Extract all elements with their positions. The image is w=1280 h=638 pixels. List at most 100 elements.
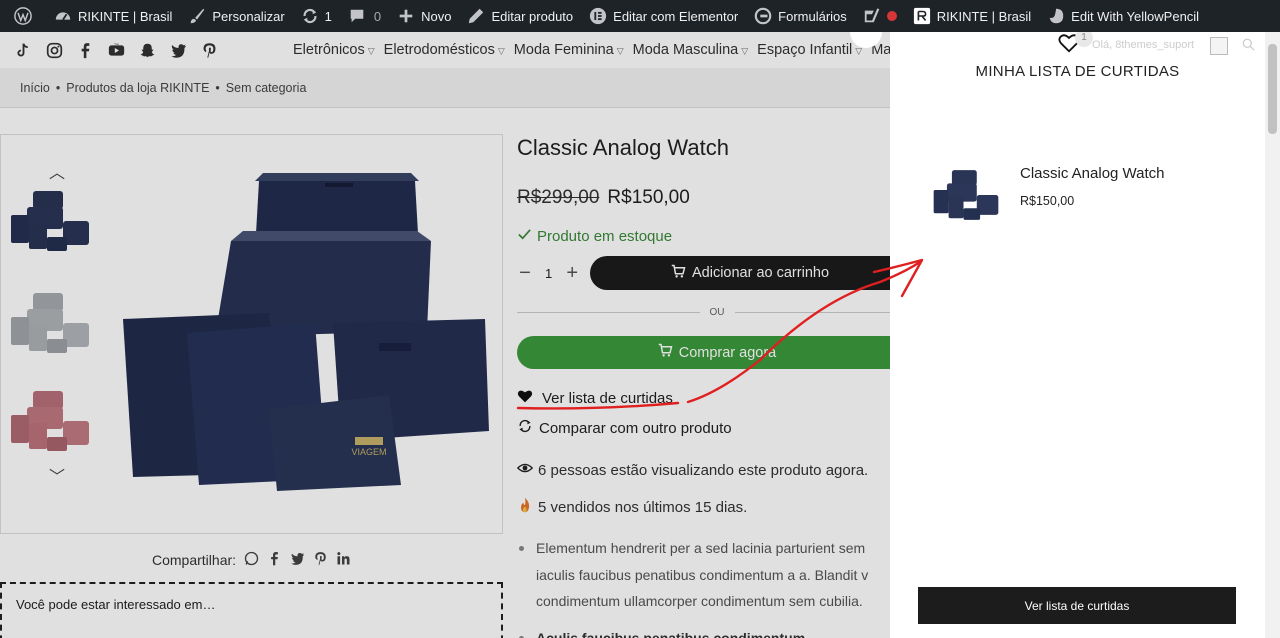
breadcrumb-category[interactable]: Sem categoria (226, 81, 307, 95)
new-content-button[interactable]: Novo (389, 0, 459, 32)
refresh-icon (301, 7, 319, 25)
compare-link[interactable]: Comparar com outro produto (517, 418, 732, 438)
thumbnail-pink[interactable] (9, 385, 91, 457)
site-name-label-2: RIKINTE | Brasil (936, 8, 1032, 24)
fire-icon (517, 497, 533, 517)
twitter-icon[interactable] (169, 41, 187, 59)
comments-button[interactable]: 0 (340, 0, 389, 32)
forms-button[interactable]: Formulários (746, 0, 855, 32)
edit-product-button[interactable]: Editar produto (459, 0, 581, 32)
thumbnail-navy[interactable] (9, 185, 91, 257)
view-wishlist-button[interactable]: Ver lista de curtidas (918, 587, 1236, 624)
facebook-icon[interactable] (76, 41, 94, 59)
yellowpencil-icon (1047, 7, 1065, 25)
site-name-menu-2[interactable]: RIKINTE | Brasil (905, 0, 1039, 32)
customize-button[interactable]: Personalizar (180, 0, 292, 32)
social-links: You (0, 41, 218, 59)
menu-item-eletrodomesticos[interactable]: Eletrodomésticos ▽ (384, 42, 505, 58)
current-price: R$150,00 (607, 187, 690, 208)
tiktok-icon[interactable] (14, 41, 32, 59)
refresh-icon (517, 418, 533, 438)
add-to-cart-label: Adicionar ao carrinho (691, 265, 830, 281)
search-icon[interactable] (1242, 38, 1255, 56)
forms-icon (754, 7, 772, 25)
edit-elementor-label: Editar com Elementor (613, 8, 739, 24)
menu-item-label: Moda Masculina (632, 42, 739, 58)
brand-logo-text: VIAGEM (351, 447, 386, 457)
sold-label: 5 vendidos nos últimos 15 dias. (538, 498, 748, 516)
menu-item-label: Eletrônicos (293, 42, 365, 58)
wishlist-item-image[interactable] (932, 165, 1000, 225)
product-main-image[interactable]: VIAGEM (119, 173, 494, 493)
main-menu: Eletrônicos ▽ Eletrodomésticos ▽ Moda Femi… (293, 32, 912, 68)
elementor-icon (589, 7, 607, 25)
linkedin-icon[interactable] (336, 551, 351, 569)
wishlist-link[interactable]: Ver lista de curtidas (517, 388, 673, 408)
scrollbar[interactable] (1265, 32, 1280, 638)
wishlist-item-name[interactable]: Classic Analog Watch (1020, 165, 1165, 182)
plus-icon[interactable]: + (564, 262, 580, 285)
share-section: Compartilhar: (152, 551, 351, 569)
chevron-down-icon: ▽ (616, 46, 624, 56)
chevron-down-icon[interactable]: ﹀ (49, 463, 65, 487)
description-bullet: Elementum hendrerit per a sed lacinia pa… (517, 535, 907, 615)
snapchat-icon[interactable] (138, 41, 156, 59)
scrollbar-thumb[interactable] (1268, 44, 1277, 134)
pinterest-icon[interactable] (200, 41, 218, 59)
product-price: R$299,00 R$150,00 (517, 187, 690, 209)
wishlist-panel: 1 Olá, 8themes_suport MINHA LISTA DE CUR… (850, 16, 1280, 638)
buy-now-label: Comprar agora (678, 344, 777, 361)
buy-now-button[interactable]: Comprar agora (517, 336, 917, 369)
share-label: Compartilhar: (152, 552, 237, 568)
site-name-label: RIKINTE | Brasil (78, 8, 173, 24)
yellowpencil-button[interactable]: Edit With YellowPencil (1039, 0, 1207, 32)
menu-item-moda-masculina[interactable]: Moda Masculina ▽ (633, 42, 749, 58)
new-label: Novo (421, 8, 452, 24)
cart-icon (671, 264, 686, 283)
description-line: iaculis faucibus penatibus condimentum a… (536, 566, 869, 583)
breadcrumb-separator: • (215, 80, 220, 95)
product-gallery: ︿ ﹀ VIAGEM (0, 134, 503, 534)
description-line: condimentum ullamcorper condimentum sem … (536, 593, 863, 609)
divider-line (517, 311, 700, 313)
instagram-icon[interactable] (45, 41, 63, 59)
menu-item-espaco-infantil[interactable]: Espaço Infantil ▽ (757, 42, 862, 58)
plus-icon (397, 7, 415, 25)
site-name-menu[interactable]: RIKINTE | Brasil (46, 0, 180, 32)
breadcrumb-home[interactable]: Início (20, 81, 50, 95)
chevron-down-icon: ▽ (741, 46, 749, 56)
twitter-icon[interactable] (290, 551, 305, 569)
sales-count: 5 vendidos nos últimos 15 dias. (517, 497, 747, 517)
wordpress-icon (14, 7, 32, 25)
youtube-icon[interactable]: You (107, 41, 125, 59)
chevron-up-icon[interactable]: ︿ (49, 159, 65, 183)
minus-icon[interactable]: − (517, 262, 533, 285)
old-price: R$299,00 (517, 187, 600, 208)
yoast-icon (863, 7, 881, 25)
seo-status-dot (886, 11, 897, 21)
updates-button[interactable]: 1 (293, 0, 340, 32)
breadcrumb-shop[interactable]: Produtos da loja RIKINTE (66, 81, 209, 95)
wordpress-logo-button[interactable] (6, 0, 46, 32)
facebook-icon[interactable] (267, 551, 282, 569)
quantity-value[interactable]: 1 (545, 266, 552, 281)
whatsapp-icon[interactable] (244, 551, 259, 569)
brush-icon (188, 7, 206, 25)
svg-text:You: You (113, 42, 118, 46)
menu-item-moda-feminina[interactable]: Moda Feminina ▽ (514, 42, 624, 58)
pinterest-icon[interactable] (313, 551, 328, 569)
avatar[interactable] (1210, 37, 1228, 55)
menu-item-eletronicos[interactable]: Eletrônicos ▽ (293, 42, 375, 58)
or-label: OU (709, 306, 725, 318)
yoast-button[interactable] (855, 0, 905, 32)
related-title: Você pode estar interessado em… (16, 597, 216, 612)
thumbnail-grey[interactable] (9, 287, 91, 359)
menu-item-label: Moda Feminina (513, 42, 614, 58)
gallery-thumbnails: ︿ ﹀ (9, 135, 91, 535)
edit-elementor-button[interactable]: Editar com Elementor (581, 0, 746, 32)
comments-count: 0 (373, 8, 382, 24)
user-greeting[interactable]: Olá, 8themes_suport (1092, 39, 1194, 51)
description-line: Aculis faucibus penatibus condimentum. (536, 629, 810, 638)
add-to-cart-button[interactable]: Adicionar ao carrinho (590, 256, 910, 290)
or-divider: OU (517, 305, 917, 319)
